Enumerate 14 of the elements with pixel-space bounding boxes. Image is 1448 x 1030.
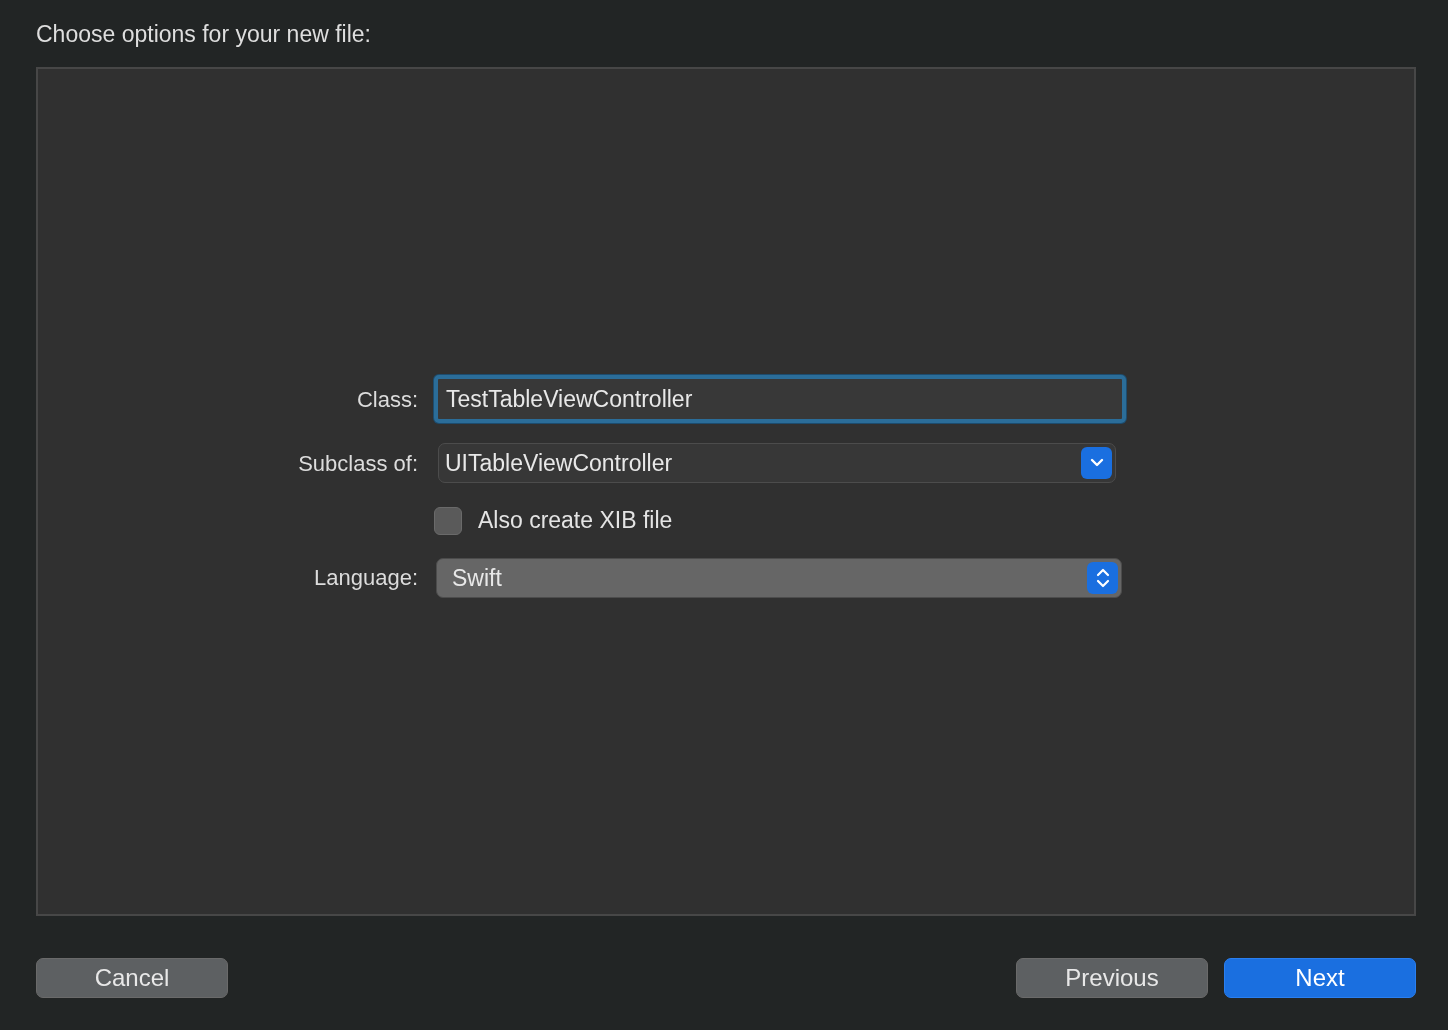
dialog-button[interactable]: Next	[1224, 958, 1416, 998]
field-label: Language:	[314, 564, 418, 593]
field-label: Class:	[356, 385, 418, 414]
up-down-chevron-icon	[1087, 561, 1118, 594]
dialog-button[interactable]: Cancel	[36, 958, 228, 998]
checkbox[interactable]	[434, 506, 462, 535]
checkbox-label: Also create XIB file	[478, 506, 673, 536]
subclass-dropdown[interactable]: UITableViewController	[438, 443, 1116, 484]
field-label: Subclass of:	[298, 449, 418, 478]
chevron-down-icon	[1081, 447, 1112, 480]
language-popup[interactable]: Swift	[436, 557, 1122, 598]
dialog-title: Choose options for your new file:	[36, 20, 371, 49]
dialog-button[interactable]: Previous	[1016, 958, 1208, 998]
class-name-field[interactable]: TestTableViewController	[434, 375, 1126, 424]
